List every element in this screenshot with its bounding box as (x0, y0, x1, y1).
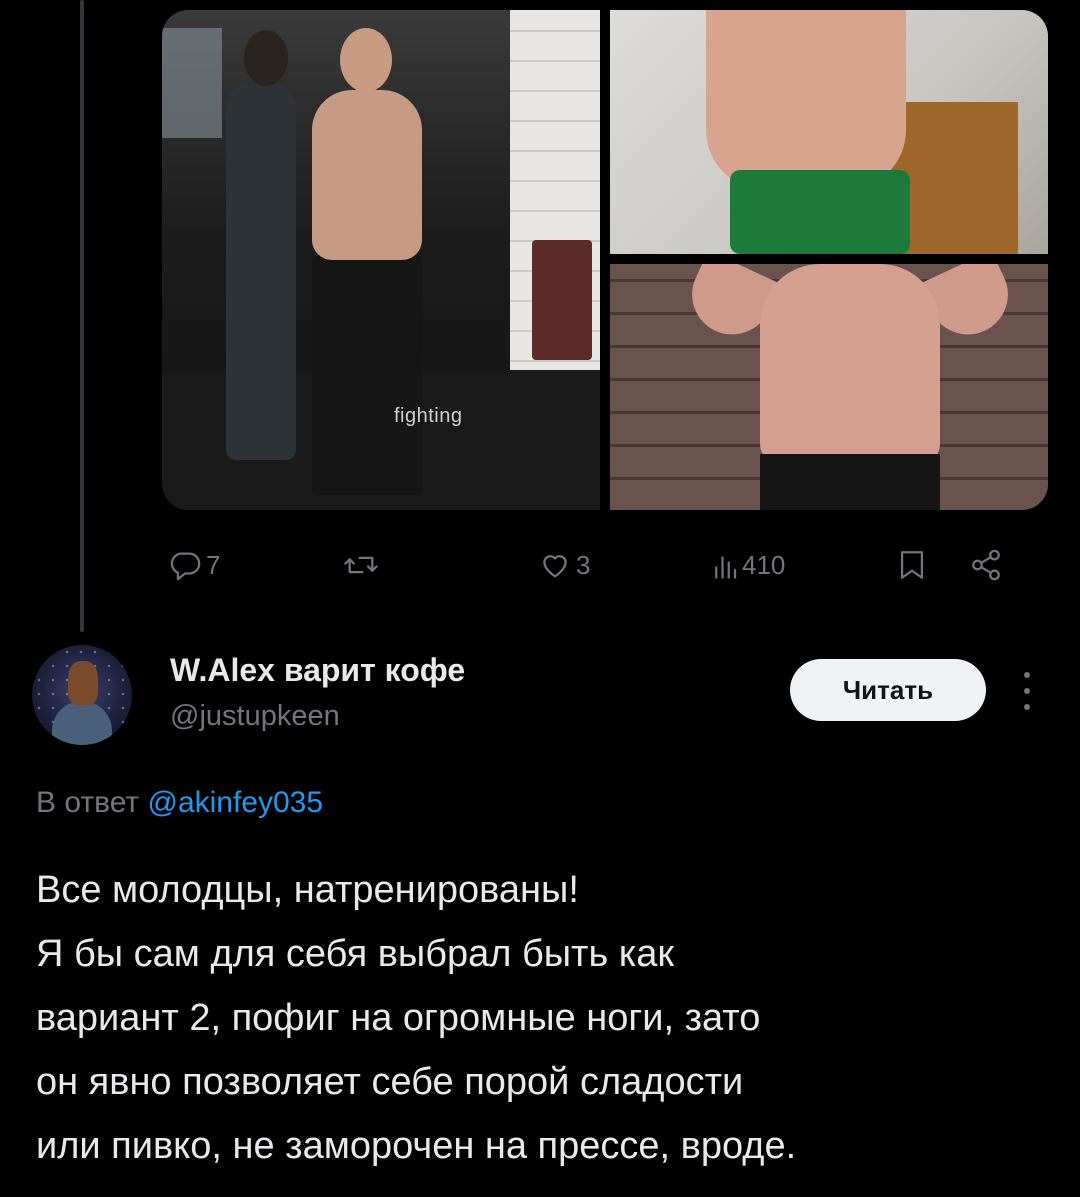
share-icon (972, 549, 1000, 581)
like-button[interactable]: 3 (538, 540, 590, 590)
more-dot (1024, 704, 1030, 710)
person-photographer-head (244, 30, 288, 86)
reply-context: В ответ @akinfey035 (36, 786, 323, 820)
person-torso (706, 10, 906, 190)
photo-2[interactable] (610, 10, 1048, 254)
person-torso (760, 264, 940, 464)
like-icon (543, 555, 567, 578)
avatar[interactable] (32, 645, 132, 745)
punching-bag (532, 240, 592, 360)
more-icon[interactable] (1014, 668, 1040, 714)
person-posing-head (340, 28, 392, 92)
views-icon (715, 556, 737, 579)
reply-to-prefix: В ответ (36, 786, 140, 819)
tweet-text-line: вариант 2, пофиг на огромные ноги, зато (36, 997, 761, 1039)
tweet-text-line: или пивко, не заморочен на прессе, вроде… (36, 1125, 797, 1167)
reply-button[interactable]: 7 (168, 540, 220, 590)
more-dot (1024, 688, 1030, 694)
bookmark-button[interactable] (896, 540, 928, 590)
retweet-icon (344, 556, 378, 574)
tweet-text: Все молодцы, натренированы! Я бы сам для… (36, 858, 1046, 1178)
tweet-text-line: он явно позволяет себе порой сладости (36, 1061, 744, 1103)
green-shorts (730, 170, 910, 254)
views-count: 410 (742, 549, 786, 580)
person-posing-torso (312, 90, 422, 260)
gym-window (162, 28, 222, 138)
photo-overlay-text: fighting (394, 405, 463, 427)
retweet-button[interactable] (342, 540, 384, 590)
photo-3[interactable] (610, 264, 1048, 510)
user-handle[interactable]: @justupkeen (170, 700, 340, 733)
photo-1[interactable]: fighting (162, 10, 600, 510)
media-grid[interactable]: fighting (162, 10, 1048, 510)
tweet-text-line: Я бы сам для себя выбрал быть как (36, 933, 675, 975)
share-button[interactable] (968, 540, 1004, 590)
reply-icon (170, 552, 201, 581)
black-pants (760, 454, 940, 510)
views-button[interactable]: 410 (712, 540, 785, 590)
display-name[interactable]: W.Alex варит кофе (170, 652, 465, 689)
bookmark-icon (900, 551, 924, 579)
person-posing-legs (312, 255, 422, 495)
tweet-text-line: Все молодцы, натренированы! (36, 869, 579, 911)
person-photographer (226, 80, 296, 460)
tweet-action-bar: 7 3 410 (162, 540, 1032, 590)
follow-button[interactable]: Читать (790, 659, 986, 721)
more-dot (1024, 672, 1030, 678)
thread-connector-line (80, 0, 84, 632)
like-count: 3 (576, 549, 591, 580)
avatar-figure-head (68, 661, 98, 705)
reply-count: 7 (206, 549, 221, 580)
reply-to-mention[interactable]: @akinfey035 (147, 786, 323, 819)
